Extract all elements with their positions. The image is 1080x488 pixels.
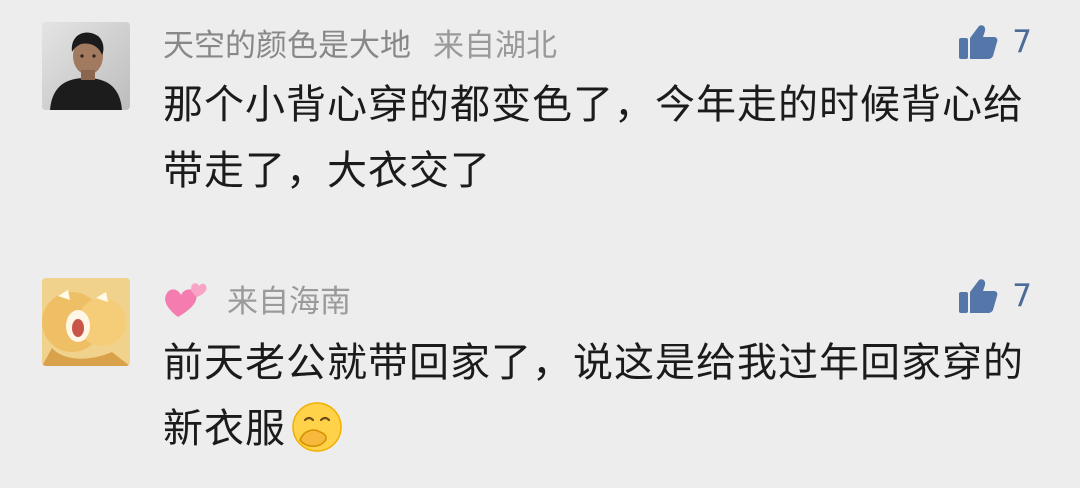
nickname[interactable]: 天空的颜色是大地: [163, 20, 411, 65]
location-label: 来自海南: [227, 283, 351, 320]
pink-hearts-icon: [165, 283, 207, 317]
comment-text: 那个小背心穿的都变色了，今年走的时候背心给带走了，大衣交了: [163, 82, 1024, 194]
like-count: 7: [1012, 24, 1032, 60]
comment-list: 天空的颜色是大地 来自湖北 7 那个小背心穿的都变色了，今年走的时候背心给带走了…: [0, 0, 1080, 488]
like-count: 7: [1012, 278, 1032, 314]
cartoon-avatar-icon: [42, 278, 130, 366]
user-avatar[interactable]: [42, 22, 130, 110]
comment-item: 来自海南 7 前天老公就带回家了，说这是给我过年回家穿的新衣服: [0, 258, 1080, 488]
like-button[interactable]: 7: [958, 274, 1032, 318]
comment-meta: 来自海南: [163, 276, 351, 320]
comment-text-container: 前天老公就带回家了，说这是给我过年回家穿的新衣服: [163, 330, 1043, 462]
hand-over-mouth-emoji-icon: [292, 402, 342, 452]
comment-item: 天空的颜色是大地 来自湖北 7 那个小背心穿的都变色了，今年走的时候背心给带走了…: [0, 0, 1080, 250]
thumbs-up-icon: [959, 279, 998, 313]
location-label: 来自湖北: [433, 27, 557, 64]
thumbs-up-icon: [959, 25, 998, 59]
user-avatar[interactable]: [42, 278, 130, 366]
person-photo-avatar-icon: [42, 22, 130, 110]
like-button[interactable]: 7: [958, 20, 1032, 64]
comment-meta: 天空的颜色是大地 来自湖北: [163, 20, 557, 64]
